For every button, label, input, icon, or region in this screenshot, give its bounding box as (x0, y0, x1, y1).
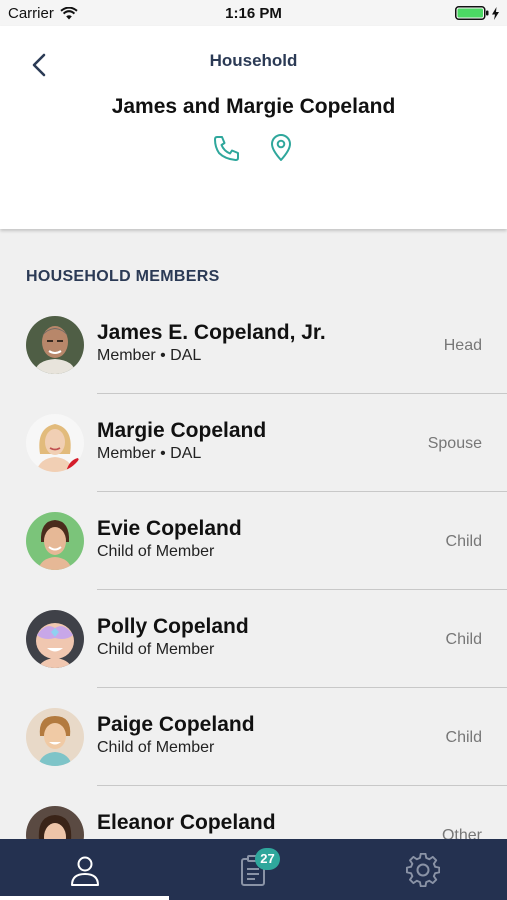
notification-badge: 27 (255, 848, 280, 870)
avatar (26, 414, 84, 472)
member-subtitle: Child of Member (97, 739, 215, 756)
member-role: Child (445, 631, 482, 648)
household-header: Household James and Margie Copeland (0, 26, 507, 229)
member-role: Spouse (427, 435, 482, 452)
avatar (26, 512, 84, 570)
avatar (26, 610, 84, 668)
charging-icon (492, 6, 499, 20)
member-name: James E. Copeland, Jr. (97, 321, 326, 344)
tab-settings[interactable] (338, 839, 507, 900)
member-row[interactable]: Paige Copeland Child of Member Child (0, 688, 507, 786)
member-name: Paige Copeland (97, 713, 255, 736)
status-bar: Carrier 1:16 PM (0, 0, 507, 26)
map-pin-icon (270, 134, 291, 161)
member-list: James E. Copeland, Jr. Member • DAL Head… (0, 296, 507, 839)
member-row[interactable]: Evie Copeland Child of Member Child (0, 492, 507, 590)
page-title: Household (209, 51, 298, 70)
household-name: James and Margie Copeland (111, 95, 396, 118)
member-row[interactable]: James E. Copeland, Jr. Member • DAL Head (0, 296, 507, 394)
status-time: 1:16 PM (225, 5, 282, 22)
phone-icon (213, 136, 239, 161)
call-button[interactable] (212, 133, 242, 163)
member-role: Other (441, 827, 482, 839)
member-row[interactable]: Eleanor Copeland Other (0, 786, 507, 839)
member-subtitle: Child of Member (97, 641, 215, 658)
member-role: Child (445, 533, 482, 550)
battery-icon (455, 6, 499, 20)
avatar (26, 806, 84, 839)
member-role: Head (443, 337, 482, 354)
avatar (26, 316, 84, 374)
active-tab-indicator (0, 896, 169, 900)
member-name: Margie Copeland (97, 419, 267, 442)
tab-household[interactable] (0, 839, 169, 900)
tab-bar: 27 (0, 839, 507, 900)
person-icon (71, 856, 99, 886)
tab-tasks[interactable]: 27 (169, 839, 338, 900)
member-row[interactable]: Polly Copeland Child of Member Child (0, 590, 507, 688)
member-name: Polly Copeland (97, 615, 249, 638)
avatar (26, 708, 84, 766)
member-subtitle: Child of Member (97, 543, 215, 560)
member-name: Evie Copeland (97, 517, 242, 540)
member-subtitle: Member • DAL (97, 445, 202, 462)
section-title: HOUSEHOLD MEMBERS (26, 268, 220, 285)
location-button[interactable] (266, 133, 296, 163)
member-name: Eleanor Copeland (97, 811, 276, 834)
member-row[interactable]: Margie Copeland Member • DAL Spouse (0, 394, 507, 492)
member-subtitle: Member • DAL (97, 347, 202, 364)
member-role: Child (445, 729, 482, 746)
gear-icon (406, 853, 440, 887)
contact-actions (0, 133, 507, 163)
